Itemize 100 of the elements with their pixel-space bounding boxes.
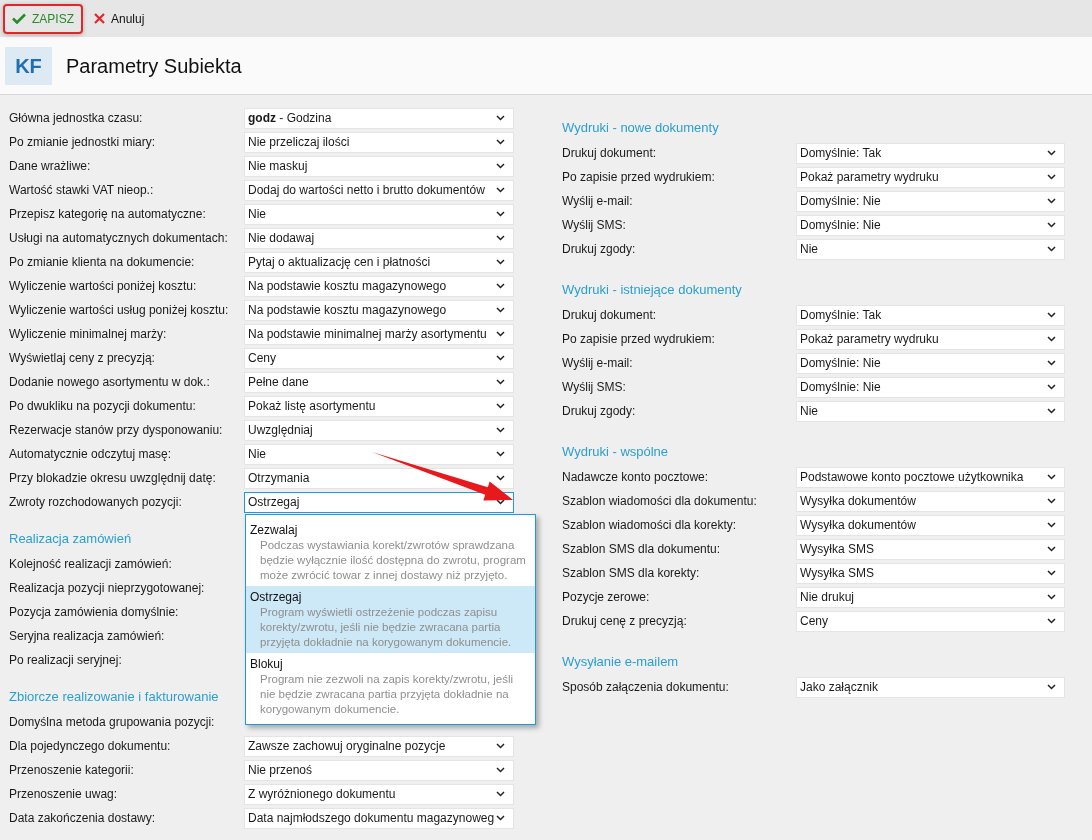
chevron-down-icon xyxy=(496,403,505,409)
chevron-down-icon xyxy=(1047,150,1056,156)
option-description: Podczas wystawiania korekt/zwrotów sprawdzana będzie wyłącznie ilość dostępna do zwrotu, program może zwrócić towar z innej dostawy niż przyjęto. xyxy=(259,538,527,583)
option-title: Blokuj xyxy=(250,656,284,672)
chevron-down-icon xyxy=(496,307,505,313)
dropdown-select[interactable]: Domyślnie: Tak xyxy=(796,304,1065,326)
dropdown-select[interactable]: Pokaż listę asortymentu xyxy=(244,395,514,417)
dropdown-option[interactable]: Ostrzegaj Program wyświetli ostrzeżenie podczas zapisu korekty/zwrotu, jeśli nie będzie zwracana partia przyjęta dokładnie na korygowanym dokumencie. xyxy=(246,586,535,653)
chevron-down-icon xyxy=(496,815,505,821)
dropdown-select[interactable]: Pokaż parametry wydruku xyxy=(796,328,1065,350)
dropdown-option[interactable]: Zezwalaj Podczas wystawiania korekt/zwrotów sprawdzana będzie wyłącznie ilość dostępna do zwrotu, program może zwrócić towar z innej dostawy niż przyjęto. xyxy=(246,519,535,586)
dropdown-select[interactable]: Nie dodawaj xyxy=(244,227,514,249)
field-label: Dodanie nowego asortymentu w dok.: xyxy=(9,374,211,391)
dropdown-select[interactable]: Nie przenoś xyxy=(244,759,514,781)
field-label: Drukuj zgody: xyxy=(562,403,637,420)
chevron-down-icon xyxy=(1047,522,1056,528)
dropdown-select[interactable]: godz - Godzina xyxy=(244,107,514,129)
dropdown-select[interactable]: Nie xyxy=(796,400,1065,422)
dropdown-select[interactable]: Na podstawie kosztu magazynowego xyxy=(244,275,514,297)
section-heading: Realizacja zamówień xyxy=(9,530,132,548)
field-label: Kolejność realizacji zamówień: xyxy=(9,556,173,573)
chevron-down-icon xyxy=(496,187,505,193)
section-heading: Wydruki - istniejące dokumenty xyxy=(562,281,742,299)
dropdown-select[interactable]: Dodaj do wartości netto i brutto dokumentów xyxy=(244,179,514,201)
chevron-down-icon xyxy=(496,139,505,145)
field-label: Rezerwacje stanów przy dysponowaniu: xyxy=(9,422,224,439)
dropdown-select[interactable]: Na podstawie minimalnej marży asortymentu xyxy=(244,323,514,345)
dropdown-select[interactable]: Ceny xyxy=(244,347,514,369)
field-label: Szablon SMS dla dokumentu: xyxy=(562,541,722,558)
section-heading: Zbiorcze realizowanie i fakturowanie xyxy=(9,688,219,706)
dropdown-select[interactable]: Nie maskuj xyxy=(244,155,514,177)
dropdown-select[interactable]: Pytaj o aktualizację cen i płatności xyxy=(244,251,514,273)
chevron-down-icon xyxy=(1047,408,1056,414)
dropdown-select[interactable]: Nie przeliczaj ilości xyxy=(244,131,514,153)
chevron-down-icon xyxy=(1047,360,1056,366)
close-icon xyxy=(94,13,105,24)
chevron-down-icon xyxy=(496,379,505,385)
dropdown-select[interactable]: Wysyłka SMS xyxy=(796,562,1065,584)
field-label: Przepisz kategorię na automatyczne: xyxy=(9,206,207,223)
dropdown-select[interactable]: Uwzględniaj xyxy=(244,419,514,441)
field-label: Po zapisie przed wydrukiem: xyxy=(562,169,716,186)
chevron-down-icon xyxy=(1047,312,1056,318)
field-label: Po dwukliku na pozycji dokumentu: xyxy=(9,398,197,415)
field-label: Domyślna metoda grupowania pozycji: xyxy=(9,714,216,731)
dropdown-option[interactable]: Blokuj Program nie zezwoli na zapis korekty/zwrotu, jeśli nie będzie zwracana partia przyjęta dokładnie na korygowanym dokumencie. xyxy=(246,653,535,720)
field-label: Szablon SMS dla korekty: xyxy=(562,565,701,582)
dropdown-select[interactable]: Nie xyxy=(796,238,1065,260)
dropdown-select[interactable]: Nie drukuj xyxy=(796,586,1065,608)
chevron-down-icon xyxy=(496,163,505,169)
dropdown-select[interactable]: Nie xyxy=(244,203,514,225)
dropdown-select[interactable]: Domyślnie: Nie xyxy=(796,190,1065,212)
option-title: Zezwalaj xyxy=(250,522,299,538)
field-label: Sposób załączenia dokumentu: xyxy=(562,679,730,696)
chevron-down-icon xyxy=(1047,546,1056,552)
dropdown-select[interactable]: Na podstawie kosztu magazynowego xyxy=(244,299,514,321)
dropdown-select[interactable]: Ostrzegaj xyxy=(244,491,514,513)
option-description: Program wyświetli ostrzeżenie podczas zapisu korekty/zwrotu, jeśli nie będzie zwracana partia przyjęta dokładnie na korygowanym dokumencie. xyxy=(259,605,513,650)
dropdown-select[interactable]: Zawsze zachowuj oryginalne pozycje xyxy=(244,735,514,757)
section-heading: Wysyłanie e-mailem xyxy=(562,653,679,671)
field-label: Usługi na automatycznych dokumentach: xyxy=(9,230,229,247)
field-label: Drukuj zgody: xyxy=(562,241,637,258)
dropdown-select[interactable]: Nie xyxy=(244,443,514,465)
dropdown-select[interactable]: Wysyłka dokumentów xyxy=(796,514,1065,536)
field-label: Przy blokadzie okresu uwzględnij datę: xyxy=(9,470,217,487)
chevron-down-icon xyxy=(1047,498,1056,504)
dropdown-select[interactable]: Wysyłka SMS xyxy=(796,538,1065,560)
field-label: Główna jednostka czasu: xyxy=(9,110,144,127)
dropdown-select[interactable]: Pełne dane xyxy=(244,371,514,393)
dropdown-select[interactable]: Data najmłodszego dokumentu magazynoweg xyxy=(244,807,514,829)
option-title: Ostrzegaj xyxy=(250,589,303,605)
dropdown-select[interactable]: Domyślnie: Nie xyxy=(796,214,1065,236)
field-label: Pozycja zamówienia domyślnie: xyxy=(9,604,180,621)
dropdown-select[interactable]: Z wyróżnionego dokumentu xyxy=(244,783,514,805)
field-label: Wyliczenie wartości usług poniżej kosztu: xyxy=(9,302,230,319)
dropdown-select[interactable]: Otrzymania xyxy=(244,467,514,489)
field-label: Wyślij e-mail: xyxy=(562,193,634,210)
dropdown-select[interactable]: Podstawowe konto pocztowe użytkownika xyxy=(796,466,1065,488)
chevron-down-icon xyxy=(496,115,505,121)
field-label: Wyślij SMS: xyxy=(562,379,627,396)
chevron-down-icon xyxy=(496,211,505,217)
field-label: Szablon wiadomości dla korekty: xyxy=(562,517,738,534)
chevron-down-icon xyxy=(1047,336,1056,342)
field-label: Drukuj cenę z precyzją: xyxy=(562,613,688,630)
dropdown-select[interactable]: Wysyłka dokumentów xyxy=(796,490,1065,512)
cancel-button[interactable]: Anuluj xyxy=(85,3,154,34)
dropdown-select[interactable]: Domyślnie: Nie xyxy=(796,376,1065,398)
chevron-down-icon xyxy=(1047,198,1056,204)
field-label: Nadawcze konto pocztowe: xyxy=(562,469,710,486)
logo-badge: KF xyxy=(5,46,52,85)
dropdown-select[interactable]: Ceny xyxy=(796,610,1065,632)
save-button[interactable]: ZAPISZ xyxy=(3,3,83,34)
dropdown-select[interactable]: Domyślnie: Tak xyxy=(796,142,1065,164)
chevron-down-icon xyxy=(1047,474,1056,480)
dropdown-select[interactable]: Jako załącznik xyxy=(796,676,1065,698)
chevron-down-icon xyxy=(1047,594,1056,600)
chevron-down-icon xyxy=(1047,246,1056,252)
dropdown-select[interactable]: Domyślnie: Nie xyxy=(796,352,1065,374)
field-label: Wyświetlaj ceny z precyzją: xyxy=(9,350,156,367)
dropdown-select[interactable]: Pokaż parametry wydruku xyxy=(796,166,1065,188)
chevron-down-icon xyxy=(496,259,505,265)
